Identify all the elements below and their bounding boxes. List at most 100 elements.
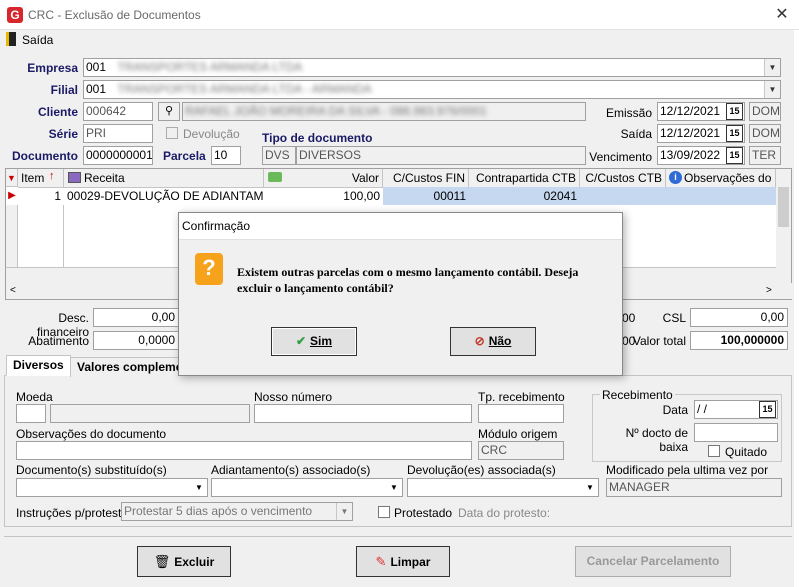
tipo-documento-label: Tipo de documento xyxy=(262,131,373,145)
n-docto-baixa-field[interactable] xyxy=(694,423,778,442)
grid-sort-icon[interactable]: ▼ xyxy=(6,169,18,187)
sim-button[interactable]: ✔ Sim xyxy=(271,327,357,356)
filial-select[interactable]: 001 TRANSPORTES ARMANDA LTDA - ARMANDA xyxy=(83,80,781,99)
limpar-button[interactable]: ✎ Limpar xyxy=(356,546,450,577)
empresa-dropdown-icon[interactable]: ▼ xyxy=(764,59,780,76)
question-icon: ? xyxy=(195,253,223,285)
calendar-icon[interactable]: 15 xyxy=(726,103,743,120)
valor-total-label: Valor total xyxy=(632,334,686,348)
modulo-origem-label: Módulo origem xyxy=(478,427,558,441)
tab-diversos[interactable]: Diversos xyxy=(6,355,71,376)
vscroll-thumb[interactable] xyxy=(778,187,789,227)
col-ccustos-fin[interactable]: C/Custos FIN xyxy=(383,169,469,188)
trash-icon: 🗑 xyxy=(153,554,171,569)
n-docto-baixa-label: Nº docto de baixa xyxy=(625,426,688,454)
receita-icon xyxy=(68,172,81,183)
moeda-code-field[interactable] xyxy=(16,404,46,423)
cliente-label: Cliente xyxy=(37,105,78,119)
dialog-message-line1: Existem outras parcelas com o mesmo lanç… xyxy=(237,265,579,279)
serie-field[interactable]: PRI xyxy=(83,124,153,143)
cliente-name: RAFAEL JOÃO MOREIRA DA SILVA - 086.983.9… xyxy=(185,104,487,118)
exit-door-icon xyxy=(6,32,16,46)
calendar-icon[interactable]: 15 xyxy=(726,125,743,142)
csl-label: CSL xyxy=(662,311,686,325)
col-receita[interactable]: Receita xyxy=(64,169,264,188)
binoculars-icon[interactable]: ⚲ xyxy=(158,102,180,121)
tp-recebimento-label: Tp. recebimento xyxy=(478,390,565,404)
grid-line xyxy=(63,205,64,267)
obs-documento-field[interactable] xyxy=(16,441,472,460)
right-edge xyxy=(794,30,799,587)
nao-button[interactable]: ⊘ Não xyxy=(450,327,536,356)
calendar-icon[interactable]: 15 xyxy=(726,147,743,164)
recebimento-label: Recebimento xyxy=(600,388,675,402)
quitado-checkbox[interactable] xyxy=(708,445,720,457)
vencimento-day-field: TER xyxy=(749,146,781,165)
close-icon[interactable]: ✕ xyxy=(772,4,792,24)
col-item[interactable]: Item xyxy=(18,169,64,188)
col-observacoes[interactable]: Observações do it xyxy=(666,169,776,188)
data-protesto-label: Data do protesto: xyxy=(458,506,551,520)
modificado-field: MANAGER xyxy=(606,478,782,497)
dropdown-arrow-icon[interactable]: ▼ xyxy=(336,503,352,520)
cliente-code-field[interactable]: 000642 xyxy=(83,102,153,121)
menu-saida[interactable]: Saída xyxy=(22,33,53,47)
scroll-right-icon[interactable]: > xyxy=(766,285,772,296)
row-receita[interactable]: 00029-DEVOLUÇÃO DE ADIANTAME... xyxy=(64,187,264,205)
confirmation-dialog: Confirmação ? Existem outras parcelas co… xyxy=(178,212,623,376)
parcela-field[interactable]: 10 xyxy=(211,146,241,165)
tipo-code-field: DVS xyxy=(262,146,296,165)
instrucoes-select[interactable]: Protestar 5 dias após o vencimento xyxy=(121,502,353,521)
obs-documento-label: Observações do documento xyxy=(16,427,167,441)
scroll-left-icon[interactable]: < xyxy=(10,285,16,296)
cancel-icon: ⊘ xyxy=(474,334,485,348)
doc-substituidos-label: Documento(s) substituído(s) xyxy=(16,463,167,477)
dropdown-arrow-icon[interactable]: ▼ xyxy=(386,479,402,496)
filial-dropdown-icon[interactable]: ▼ xyxy=(764,81,780,98)
vencimento-label: Vencimento xyxy=(589,150,652,164)
filial-label: Filial xyxy=(50,83,78,97)
cancelar-parcelamento-button[interactable]: Cancelar Parcelamento xyxy=(575,546,731,577)
tp-recebimento-field[interactable] xyxy=(478,404,564,423)
devolucoes-label: Devolução(es) associada(s) xyxy=(407,463,556,477)
sort-up-icon: ↑ xyxy=(49,170,55,182)
modulo-origem-field: CRC xyxy=(478,441,564,460)
desc-financeiro-field[interactable]: 0,00 xyxy=(93,308,179,327)
dropdown-arrow-icon[interactable]: ▼ xyxy=(582,479,598,496)
empresa-code: 001 xyxy=(86,60,107,74)
devolucao-checkbox[interactable] xyxy=(166,127,178,139)
excluir-button[interactable]: 🗑 Excluir xyxy=(137,546,231,577)
saida-label: Saída xyxy=(620,127,652,141)
nosso-numero-field[interactable] xyxy=(254,404,472,423)
info-icon: i xyxy=(669,171,682,184)
row-contrapartida-ctb[interactable]: 02041 xyxy=(469,187,580,205)
devolucao-label: Devolução xyxy=(183,127,240,141)
app-logo-icon: G xyxy=(7,7,23,23)
moeda-label: Moeda xyxy=(16,390,53,404)
tab-valores-complementares[interactable]: Valores compleme xyxy=(70,357,189,377)
row-pointer-icon: ▶ xyxy=(8,190,16,201)
adiantamentos-select[interactable] xyxy=(211,478,403,497)
col-contrapartida-ctb[interactable]: Contrapartida CTB xyxy=(469,169,580,188)
row-ccustos-fin[interactable]: 00011 xyxy=(383,187,469,205)
abatimento-field[interactable]: 0,0000 xyxy=(93,331,179,350)
nosso-numero-label: Nosso número xyxy=(254,390,333,404)
empresa-label: Empresa xyxy=(27,61,78,75)
calendar-icon[interactable]: 15 xyxy=(759,401,776,418)
dropdown-arrow-icon[interactable]: ▼ xyxy=(191,479,207,496)
protestado-checkbox[interactable] xyxy=(378,506,390,518)
grid-vscrollbar[interactable] xyxy=(776,169,791,283)
empresa-select[interactable]: 001 TRANSPORTES ARMANDA LTDA xyxy=(83,58,781,77)
doc-substituidos-select[interactable] xyxy=(16,478,208,497)
row-valor[interactable]: 100,00 xyxy=(264,187,383,205)
csl-field[interactable]: 0,00 xyxy=(690,308,788,327)
moeda-desc-field xyxy=(50,404,250,423)
emissao-label: Emissão xyxy=(605,106,652,120)
col-ccustos-ctb[interactable]: C/Custos CTB xyxy=(580,169,666,188)
dialog-message-line2: excluir o lançamento contábil? xyxy=(237,281,394,295)
devolucoes-select[interactable] xyxy=(407,478,599,497)
documento-field[interactable]: 0000000001 xyxy=(83,146,153,165)
tipo-desc-field: DIVERSOS xyxy=(296,146,586,165)
eraser-icon: ✎ xyxy=(375,554,387,569)
row-item[interactable]: 1 xyxy=(18,187,64,205)
